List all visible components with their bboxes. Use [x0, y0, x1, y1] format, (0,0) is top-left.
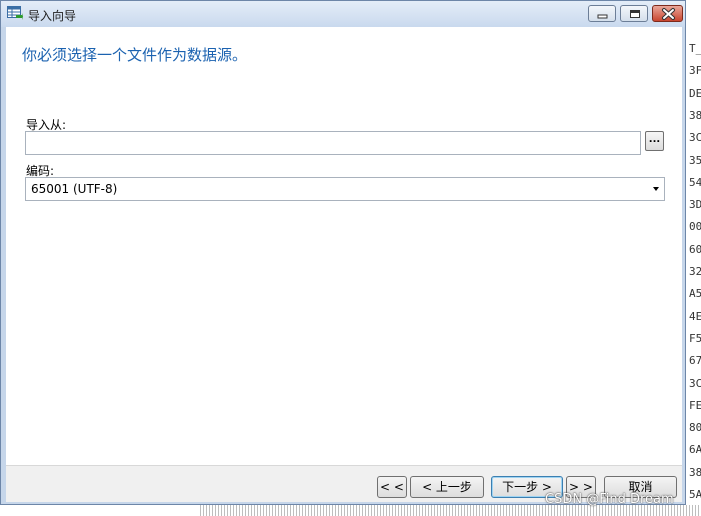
chevron-down-icon: [653, 187, 659, 191]
minimize-icon: [597, 14, 608, 19]
encoding-selected-value: 65001 (UTF-8): [31, 182, 118, 196]
table-import-icon: [7, 6, 23, 20]
window-title: 导入向导: [28, 9, 77, 23]
background-text: T_: [689, 42, 701, 55]
background-text: 6A: [689, 443, 701, 457]
background-text: FE: [689, 398, 701, 412]
import-wizard-window: 导入向导 你必须选择一个文件作为数据源。 导入从: ... 编码: 65001 …: [0, 0, 686, 505]
background-text: DE: [689, 86, 701, 100]
background-window-strip: T_ 3F DE 38 3C 35 54 3D 00 60 32 A5 4E F5 67 3C FE 80 6A 38…: [686, 0, 701, 516]
background-text: 60: [689, 242, 701, 256]
background-text: 32: [689, 265, 701, 278]
close-icon: [662, 8, 675, 20]
maximize-icon: [630, 10, 640, 18]
back-button[interactable]: < 上一步: [410, 476, 484, 498]
background-text: 67: [689, 354, 701, 368]
background-text: 3C: [689, 131, 701, 145]
page-heading: 你必须选择一个文件作为数据源。: [22, 46, 248, 64]
background-text: 3D: [689, 198, 701, 212]
encoding-select[interactable]: 65001 (UTF-8): [25, 177, 665, 201]
background-text: 5A: [689, 488, 701, 501]
close-button[interactable]: [652, 5, 683, 22]
background-text: 3C: [689, 376, 701, 390]
background-text: 38: [689, 465, 701, 479]
background-text: 4E: [689, 309, 701, 323]
watermark: CSDN @Find Dream: [545, 492, 674, 507]
background-text: A5: [689, 287, 701, 301]
background-text: 80: [689, 421, 701, 435]
background-text: 54: [689, 175, 701, 189]
browse-button[interactable]: ...: [645, 131, 664, 151]
background-text: 38: [689, 108, 701, 122]
background-text: 35: [689, 153, 701, 167]
background-text: 00: [689, 220, 701, 234]
title-bar[interactable]: 导入向导: [1, 1, 685, 27]
wizard-content: 你必须选择一个文件作为数据源。 导入从: ... 编码: 65001 (UTF-…: [6, 27, 682, 502]
import-from-input[interactable]: [25, 131, 641, 155]
background-text: F5: [689, 331, 701, 345]
maximize-button[interactable]: [620, 5, 648, 22]
minimize-button[interactable]: [588, 5, 616, 22]
background-text: 3F: [689, 64, 701, 78]
first-page-button[interactable]: < <: [377, 476, 407, 498]
